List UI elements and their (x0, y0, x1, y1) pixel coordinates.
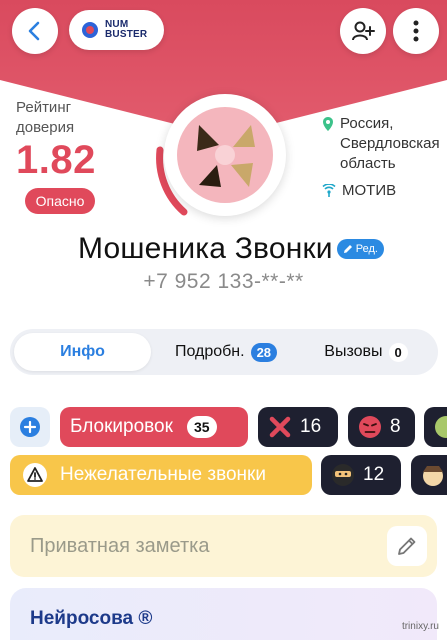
logo-line2: BUSTER (105, 29, 148, 40)
pencil-icon (398, 537, 416, 555)
phone-number: +7 952 133-**-** (143, 270, 304, 293)
reaction-angry-chip[interactable]: 8 (348, 407, 415, 447)
spy-face-icon (423, 466, 443, 486)
neuro-title: Нейросова ® (30, 608, 153, 629)
block-label: Блокировок (70, 416, 173, 437)
note-placeholder: Приватная заметка (30, 534, 210, 557)
reaction-sick-chip[interactable] (424, 407, 447, 447)
region-text: Россия, Свердловская область (340, 115, 440, 172)
edit-name-button[interactable]: Ред. (336, 239, 384, 259)
reaction-angry-count: 8 (390, 416, 401, 437)
neuro-card[interactable]: Нейросова ® (10, 588, 437, 640)
block-count-chip[interactable]: Блокировок 35 (60, 407, 248, 447)
rating-label: Рейтинг доверия (16, 99, 75, 136)
status-badge: Опасно (25, 188, 95, 214)
angry-face-icon (359, 416, 381, 438)
reaction-ninja-count: 12 (363, 464, 385, 485)
tab-calls-label: Вызовы (324, 343, 383, 360)
tab-details-count: 28 (250, 342, 278, 362)
carrier-text: МОТИВ (342, 182, 397, 199)
block-count-badge: 35 (186, 416, 217, 438)
avatar-pattern-icon (197, 125, 255, 187)
red-x-icon (269, 416, 291, 438)
chevron-left-icon (28, 21, 40, 41)
contact-name: Мошеника Звонки (78, 232, 333, 265)
private-note-field[interactable]: Приватная заметка (10, 515, 437, 577)
more-menu-button[interactable] (393, 8, 439, 54)
back-button[interactable] (12, 8, 58, 54)
add-tag-button[interactable] (10, 407, 50, 447)
tab-bar: Инфо Подробн. 28 Вызовы 0 (10, 329, 438, 375)
location-pin-icon (323, 117, 333, 131)
pencil-icon (343, 245, 352, 253)
note-edit-button[interactable] (387, 526, 427, 566)
tab-calls[interactable]: Вызовы 0 (301, 333, 431, 371)
add-person-icon (352, 21, 375, 41)
reaction-x-count: 16 (300, 416, 322, 437)
more-vertical-icon (413, 20, 419, 42)
logo-text: NUM BUSTER (105, 20, 147, 40)
logo-icon (82, 22, 98, 38)
plus-circle-icon (20, 417, 40, 437)
tab-info[interactable]: Инфо (14, 333, 151, 371)
edit-label: Ред. (355, 243, 378, 255)
tab-calls-count: 0 (388, 342, 408, 362)
unwanted-calls-chip[interactable]: Нежелательные звонки (10, 455, 312, 495)
tab-details[interactable]: Подробн. 28 (151, 333, 301, 371)
reaction-ninja-chip[interactable]: 12 (321, 455, 401, 495)
location-info: Россия, Свердловская область МОТИВ (322, 114, 442, 199)
unwanted-label: Нежелательные звонки (60, 464, 266, 485)
add-contact-button[interactable] (340, 8, 386, 54)
numbuster-logo: NUM BUSTER (69, 10, 164, 50)
watermark: trinixy.ru (401, 621, 439, 632)
avatar-image (177, 107, 273, 203)
ninja-face-icon (332, 464, 354, 486)
signal-icon (322, 183, 336, 197)
tab-info-label: Инфо (60, 343, 105, 360)
tab-details-label: Подробн. (174, 343, 245, 360)
reaction-x-chip[interactable]: 16 (258, 407, 338, 447)
sick-face-icon (435, 416, 447, 438)
avatar (150, 92, 300, 242)
warning-icon (23, 463, 47, 487)
contact-name-row: Мошеника Звонки Ред. (78, 232, 384, 266)
rating-value: 1.82 (16, 138, 96, 182)
reaction-spy-chip[interactable] (411, 455, 447, 495)
